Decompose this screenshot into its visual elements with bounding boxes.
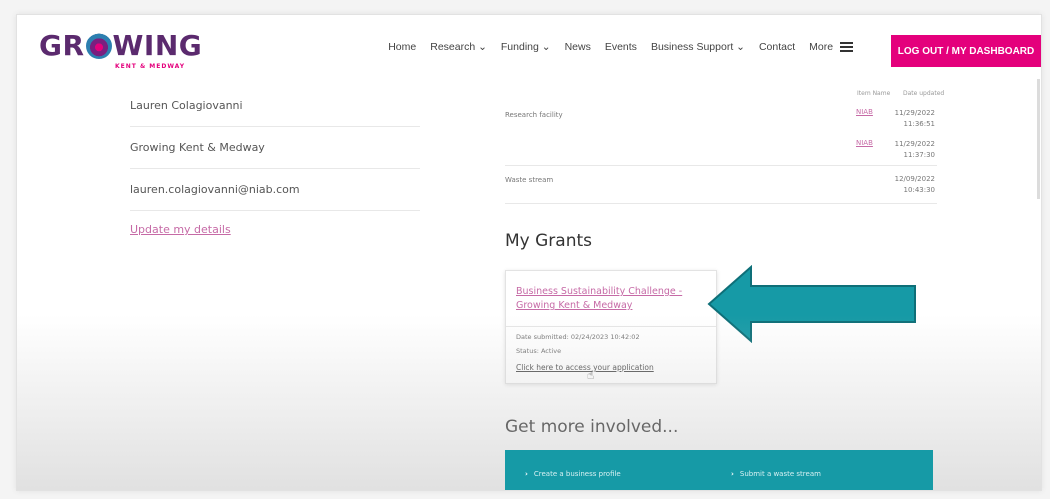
browser-viewport: GR WING KENT & MEDWAY Home Research ⌄ Fu… [16,14,1042,491]
nav-funding[interactable]: Funding ⌄ [501,41,551,53]
access-application-link[interactable]: Click here to access your application [516,363,654,372]
row-date-1: 11/29/2022 11:36:51 [887,108,935,130]
row-date-1-time: 11:36:51 [903,120,935,128]
nav-events[interactable]: Events [605,41,637,53]
nav-more[interactable]: More [809,41,853,53]
create-business-profile-link[interactable]: › Create a business profile [525,470,621,478]
main-nav: Home Research ⌄ Funding ⌄ News Events Bu… [388,41,853,53]
row-date-2: 11/29/2022 11:37:30 [887,139,935,161]
submit-waste-stream-label: Submit a waste stream [739,470,821,478]
row-date-3-time: 10:43:30 [903,186,935,194]
col-date-updated: Date updated [903,90,945,97]
my-grants-heading: My Grants [505,231,593,251]
create-business-profile-label: Create a business profile [533,470,621,478]
nav-more-label: More [809,41,834,53]
logo-subtitle: KENT & MEDWAY [115,63,186,70]
profile-organisation: Growing Kent & Medway [130,127,420,169]
logo-text-gr: GR [39,29,85,62]
cursor-hand-icon: ☝ [587,368,595,382]
nav-research[interactable]: Research ⌄ [430,41,487,53]
logo-text-wing: WING [112,29,203,62]
table-divider-1 [505,165,937,166]
row-date-3: 12/09/2022 10:43:30 [887,174,935,196]
chevron-right-icon: › [731,470,734,478]
grant-date-submitted: Date submitted: 02/24/2023 10:42:02 [516,333,640,341]
nav-contact[interactable]: Contact [759,41,795,53]
row-date-3-date: 12/09/2022 [894,175,935,183]
update-details-link[interactable]: Update my details [130,223,420,236]
row-date-2-time: 11:37:30 [903,151,935,159]
profile-email: lauren.colagiovanni@niab.com [130,169,420,211]
page-scrollbar[interactable] [1037,79,1040,199]
grant-title-link[interactable]: Business Sustainability Challenge - Grow… [516,285,706,313]
get-involved-panel: › Create a business profile › Submit a was… [505,450,933,490]
get-involved-heading: Get more involved... [505,417,679,437]
table-divider-2 [505,203,937,204]
submit-waste-stream-link[interactable]: › Submit a waste stream [731,470,821,478]
profile-details: Lauren Colagiovanni Growing Kent & Medwa… [130,85,420,236]
site-logo[interactable]: GR WING [39,29,202,62]
logo-flower-icon [85,32,112,59]
row-date-2-date: 11/29/2022 [894,140,935,148]
row-label-research-facility: Research facility [505,111,563,119]
site-header: GR WING KENT & MEDWAY Home Research ⌄ Fu… [17,15,1041,79]
menu-icon [840,42,853,53]
nav-business-support[interactable]: Business Support ⌄ [651,41,745,53]
niab-link-2[interactable]: NIAB [856,139,873,147]
row-label-waste-stream: Waste stream [505,176,554,184]
annotation-arrow-icon [707,265,916,343]
col-item-name: Item Name [857,90,891,97]
nav-home[interactable]: Home [388,41,416,53]
chevron-right-icon: › [525,470,528,478]
nav-news[interactable]: News [565,41,591,53]
grant-status: Status: Active [516,347,562,355]
grant-card-divider [506,326,716,327]
row-date-1-date: 11/29/2022 [894,109,935,117]
niab-link-1[interactable]: NIAB [856,108,873,116]
grant-card: Business Sustainability Challenge - Grow… [505,270,717,384]
logout-dashboard-button[interactable]: LOG OUT / MY DASHBOARD [891,35,1041,67]
profile-name: Lauren Colagiovanni [130,85,420,127]
